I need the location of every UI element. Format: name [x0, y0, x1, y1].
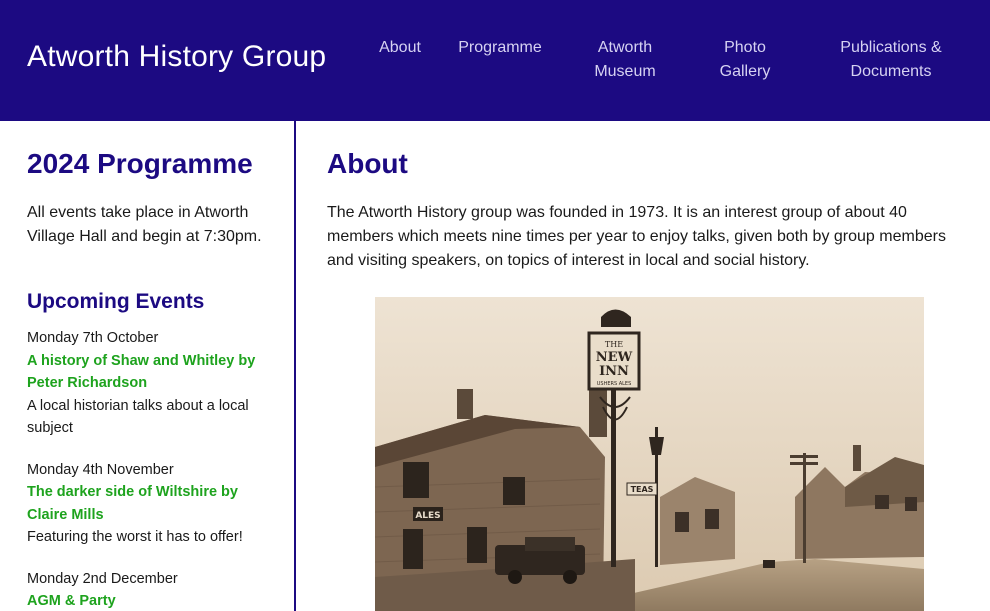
nav-programme-label: Programme — [458, 39, 542, 56]
nav-publications[interactable]: Publications & Documents — [830, 36, 952, 84]
event-description: A local historian talks about a local su… — [27, 397, 249, 437]
about-text: The Atworth History group was founded in… — [327, 204, 946, 269]
events-list: Monday 7th October A history of Shaw and… — [27, 327, 272, 611]
inn-sign-inn: INN — [599, 364, 629, 379]
sidebar-intro: All events take place in Atworth Village… — [27, 204, 262, 245]
nav-gallery-line2: Gallery — [719, 63, 771, 80]
nav-gallery-line1: Photo — [724, 39, 766, 56]
event-item: Monday 4th November The darker side of W… — [27, 459, 272, 549]
nav-publications-line1: Publications & — [840, 39, 942, 56]
event-item: Monday 7th October A history of Shaw and… — [27, 327, 272, 440]
teas-sign: TEAS — [631, 485, 654, 494]
nav-programme[interactable]: Programme — [452, 36, 548, 60]
nav-about[interactable]: About — [371, 36, 429, 60]
programme-sidebar: 2024 Programme All events take place in … — [0, 121, 296, 611]
nav-publications-line2: Documents — [850, 63, 932, 80]
nav-atworth-museum[interactable]: Atworth Museum — [580, 36, 670, 84]
nav-about-label: About — [379, 39, 421, 56]
event-date: Monday 7th October — [27, 330, 159, 346]
inn-sign-new: NEW — [596, 350, 633, 365]
inn-sign-ushers: USHERS ALES — [597, 381, 632, 387]
nav-photo-gallery[interactable]: Photo Gallery — [705, 36, 785, 84]
event-description: Featuring the worst it has to offer! — [27, 529, 243, 545]
nav-museum-line1: Atworth — [597, 39, 653, 56]
ales-wall-sign: ALES — [415, 511, 440, 521]
new-inn-photo: ALES THE NEW INN USHERS ALES TEAS — [375, 297, 924, 611]
inn-sign-the: THE — [605, 340, 623, 349]
upcoming-events-heading: Upcoming Events — [27, 290, 205, 313]
nav-museum-line2: Museum — [594, 63, 656, 80]
sidebar-title: 2024 Programme — [27, 148, 253, 179]
event-item: Monday 2nd December AGM & Party — [27, 568, 272, 611]
site-title[interactable]: Atworth History Group — [27, 40, 326, 74]
site-header: Atworth History Group About Programme At… — [0, 0, 990, 121]
event-title-link[interactable]: A history of Shaw and Whitley by Peter R… — [27, 350, 272, 395]
event-title-link[interactable]: The darker side of Wiltshire by Claire M… — [27, 481, 272, 526]
event-date: Monday 2nd December — [27, 570, 178, 587]
event-title-link[interactable]: AGM & Party — [27, 590, 272, 611]
page-title: About — [327, 148, 408, 179]
event-date: Monday 4th November — [27, 461, 174, 478]
